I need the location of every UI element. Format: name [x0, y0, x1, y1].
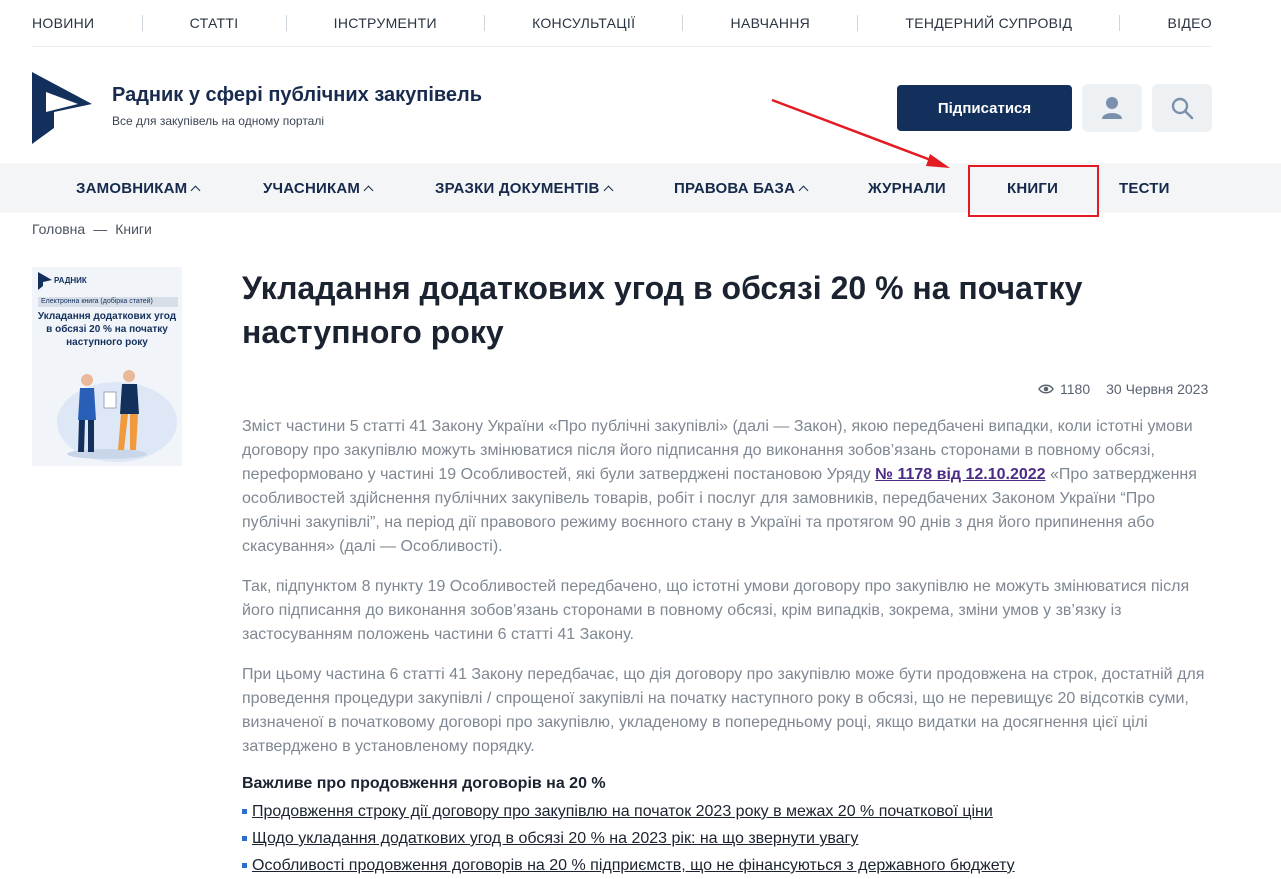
related-heading: Важливе про продовження договорів на 20 …: [242, 775, 606, 792]
main-nav-label: УЧАСНИКАМ: [263, 179, 361, 197]
list-item: Особливості продовження договорів на 20 …: [242, 852, 1217, 879]
cover-title: Укладання додаткових угод в обсязі 20 % …: [37, 311, 177, 348]
top-nav-divider: [141, 15, 143, 31]
search-button[interactable]: [1152, 84, 1212, 132]
breadcrumb-current[interactable]: Книги: [115, 221, 152, 237]
main-nav-participants[interactable]: УЧАСНИКАМ: [263, 163, 374, 213]
main-nav-journals[interactable]: ЖУРНАЛИ: [868, 163, 946, 213]
top-nav-tender-support[interactable]: ТЕНДЕРНИЙ СУПРОВІД: [905, 15, 1072, 31]
top-nav-video[interactable]: ВІДЕО: [1168, 15, 1212, 31]
top-nav: НОВИНИ СТАТТІ ІНСТРУМЕНТИ КОНСУЛЬТАЦІЇ Н…: [32, 0, 1212, 47]
main-nav-label: ЗАМОВНИКАМ: [76, 179, 188, 197]
cover-brand-name: РАДНИК: [54, 276, 87, 285]
top-nav-tools[interactable]: ІНСТРУМЕНТИ: [334, 15, 437, 31]
site-tagline: Все для закупівель на одному порталі: [112, 114, 325, 128]
views-count: 1180: [1060, 381, 1091, 397]
breadcrumb: Головна — Книги: [32, 221, 152, 237]
cover-logo-icon: [38, 272, 52, 290]
chevron-up-icon: [363, 185, 374, 195]
article-title: Укладання додаткових угод в обсязі 20 % …: [242, 270, 1083, 350]
article-meta: 1180 30 Червня 2023: [1038, 381, 1208, 397]
related-link[interactable]: Щодо укладання додаткових угод в обсязі …: [252, 825, 858, 852]
paragraph: При цьому частина 6 статті 41 Закону пер…: [242, 666, 1205, 755]
top-nav-divider: [285, 15, 287, 31]
list-item: Продовження строку дії договору про заку…: [242, 798, 1217, 825]
cover-brand: РАДНИК: [38, 272, 98, 294]
subscribe-button[interactable]: Підписатися: [897, 85, 1072, 131]
main-nav-label: ЗРАЗКИ ДОКУМЕНТІВ: [435, 179, 600, 197]
publish-date: 30 Червня 2023: [1106, 381, 1209, 397]
bullet-icon: [242, 809, 247, 814]
main-nav: ЗАМОВНИКАМ УЧАСНИКАМ ЗРАЗКИ ДОКУМЕНТІВ П…: [0, 163, 1281, 213]
main-nav-document-samples[interactable]: ЗРАЗКИ ДОКУМЕНТІВ: [435, 163, 613, 213]
top-nav-divider: [682, 15, 684, 31]
chevron-up-icon: [190, 185, 201, 195]
top-nav-education[interactable]: НАВЧАННЯ: [731, 15, 811, 31]
bullet-icon: [242, 863, 247, 868]
resolution-link[interactable]: № 1178 від 12.10.2022: [875, 466, 1045, 483]
top-nav-divider: [1119, 15, 1121, 31]
related-links-list: Продовження строку дії договору про заку…: [242, 798, 1217, 879]
related-link[interactable]: Особливості продовження договорів на 20 …: [252, 852, 1015, 879]
breadcrumb-separator: —: [93, 221, 108, 237]
top-nav-divider: [857, 15, 859, 31]
list-item: Щодо укладання додаткових угод в обсязі …: [242, 825, 1217, 852]
chevron-up-icon: [798, 185, 809, 195]
main-nav-books[interactable]: КНИГИ: [1007, 163, 1058, 213]
main-nav-tests[interactable]: ТЕСТИ: [1119, 163, 1170, 213]
main-nav-customers[interactable]: ЗАМОВНИКАМ: [76, 163, 201, 213]
paragraph: Зміст частини 5 статті 41 Закону України…: [242, 415, 1217, 559]
site-logo-icon[interactable]: [32, 72, 92, 144]
top-nav-articles[interactable]: СТАТТІ: [190, 15, 239, 31]
cover-illustration-icon: [57, 370, 177, 462]
eye-icon: [1038, 384, 1054, 394]
paragraph: Так, підпунктом 8 пункту 19 Особливостей…: [242, 578, 1190, 643]
main-nav-legal-base[interactable]: ПРАВОВА БАЗА: [674, 163, 809, 213]
book-cover-image[interactable]: РАДНИК Електронна книга (добірка статей)…: [32, 267, 182, 466]
main-nav-label: КНИГИ: [1007, 179, 1059, 197]
chevron-up-icon: [603, 185, 613, 195]
cover-banner: Електронна книга (добірка статей): [38, 297, 178, 307]
main-nav-label: ПРАВОВА БАЗА: [674, 179, 796, 197]
top-nav-consultations[interactable]: КОНСУЛЬТАЦІЇ: [532, 15, 635, 31]
bullet-icon: [242, 836, 247, 841]
user-icon: [1102, 97, 1122, 119]
related-link[interactable]: Продовження строку дії договору про заку…: [252, 798, 993, 825]
top-nav-divider: [483, 15, 485, 31]
site-title[interactable]: Радник у сфері публічних закупівель: [112, 84, 482, 107]
main-nav-label: ТЕСТИ: [1119, 179, 1170, 197]
top-nav-news[interactable]: НОВИНИ: [32, 15, 94, 31]
search-icon: [1171, 97, 1194, 120]
article-body: Зміст частини 5 статті 41 Закону України…: [242, 415, 1217, 879]
breadcrumb-home[interactable]: Головна: [32, 221, 85, 237]
user-account-button[interactable]: [1082, 84, 1142, 132]
main-nav-label: ЖУРНАЛИ: [868, 179, 946, 197]
